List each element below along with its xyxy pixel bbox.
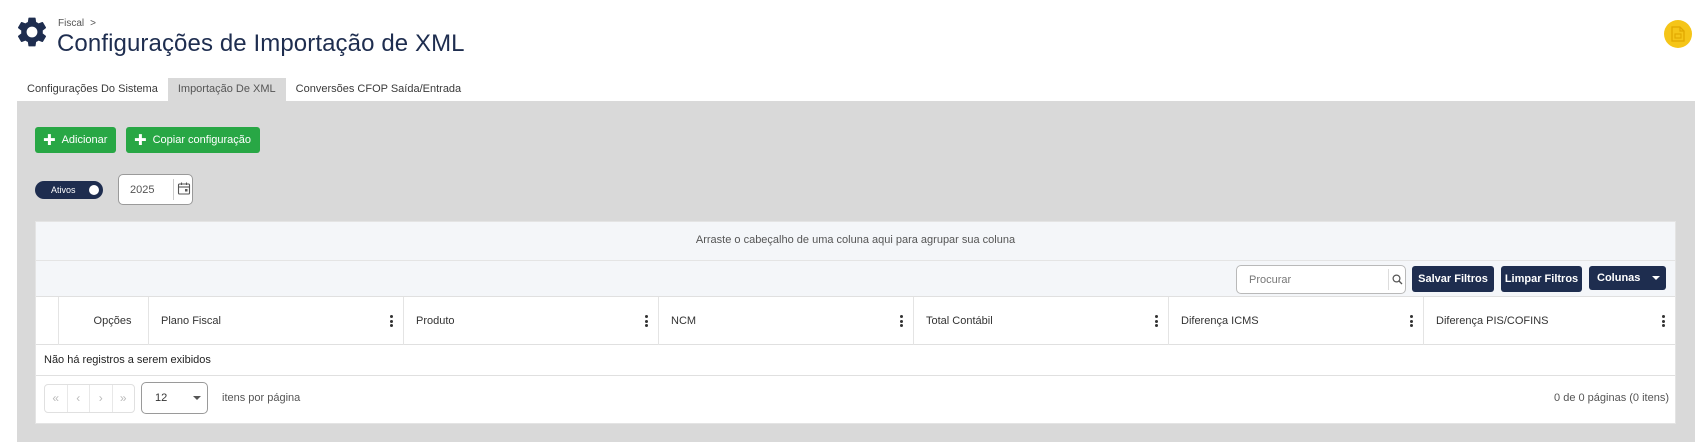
- document-help-icon[interactable]: [1664, 20, 1692, 48]
- copy-config-button-label: Copiar configuração: [152, 134, 252, 146]
- page-size-select[interactable]: 12: [141, 382, 208, 414]
- column-menu-icon[interactable]: [1662, 315, 1665, 327]
- add-button[interactable]: ✚ Adicionar: [35, 127, 117, 153]
- pager-nav: « ‹ › »: [44, 384, 135, 413]
- breadcrumb-item-fiscal[interactable]: Fiscal: [58, 18, 84, 29]
- chevron-down-icon: [193, 396, 201, 400]
- plus-icon: ✚: [43, 131, 56, 149]
- column-header-label: Diferença PIS/COFINS: [1436, 315, 1549, 327]
- search-input[interactable]: [1237, 266, 1389, 293]
- clear-filters-button[interactable]: Limpar Filtros: [1501, 266, 1582, 292]
- column-header-label: Diferença ICMS: [1181, 315, 1259, 327]
- column-header-plano-fiscal[interactable]: Plano Fiscal: [148, 297, 403, 345]
- calendar-icon[interactable]: [177, 181, 191, 197]
- column-menu-icon[interactable]: [390, 315, 393, 327]
- columns-button[interactable]: Colunas: [1589, 266, 1666, 290]
- year-picker: [118, 174, 193, 205]
- page-header: Fiscal > Configurações de Importação de X…: [0, 0, 1702, 74]
- next-page-button[interactable]: ›: [90, 385, 113, 412]
- tab-conversoes-cfop[interactable]: Conversões CFOP Saída/Entrada: [286, 78, 472, 101]
- first-page-button[interactable]: «: [45, 385, 68, 412]
- add-button-label: Adicionar: [61, 134, 108, 146]
- year-input[interactable]: [119, 175, 173, 204]
- search-box: [1236, 265, 1406, 294]
- active-toggle[interactable]: Ativos: [35, 181, 103, 199]
- column-header-ncm[interactable]: NCM: [658, 297, 913, 345]
- last-page-button[interactable]: »: [113, 385, 135, 412]
- empty-message: Não há registros a serem exibidos: [36, 345, 1675, 376]
- column-menu-icon[interactable]: [645, 315, 648, 327]
- plus-icon: ✚: [134, 131, 147, 149]
- document-icon: [1671, 26, 1685, 42]
- tab-importacao-de-xml[interactable]: Importação De XML: [167, 78, 286, 101]
- breadcrumb: Fiscal >: [58, 18, 96, 29]
- group-panel[interactable]: Arraste o cabeçalho de uma coluna aqui p…: [36, 222, 1675, 261]
- column-header-label: NCM: [671, 315, 697, 327]
- tab-bar: Configurações Do Sistema Importação De X…: [17, 78, 471, 101]
- data-grid: Arraste o cabeçalho de uma coluna aqui p…: [35, 221, 1676, 424]
- column-menu-icon[interactable]: [900, 315, 903, 327]
- page-size-value: 12: [155, 392, 168, 404]
- column-header-label: Produto: [416, 315, 455, 327]
- pager: « ‹ › » 12 itens por página 0 de 0 págin…: [36, 376, 1675, 423]
- save-filters-button[interactable]: Salvar Filtros: [1412, 266, 1494, 292]
- year-divider: [173, 179, 174, 200]
- gear-icon: [17, 17, 47, 47]
- copy-config-button[interactable]: ✚ Copiar configuração: [126, 127, 261, 153]
- column-header-diferenca-icms[interactable]: Diferença ICMS: [1168, 297, 1423, 345]
- chevron-down-icon: [1652, 276, 1661, 280]
- breadcrumb-separator: >: [90, 18, 96, 29]
- columns-button-label: Colunas: [1597, 272, 1641, 284]
- active-toggle-label: Ativos: [51, 185, 76, 195]
- column-menu-icon[interactable]: [1155, 315, 1158, 327]
- page-title: Configurações de Importação de XML: [57, 30, 465, 57]
- column-header-total-contabil[interactable]: Total Contábil: [913, 297, 1168, 345]
- search-divider: [1388, 269, 1389, 290]
- grid-toolbar: Salvar Filtros Limpar Filtros Colunas: [36, 261, 1675, 297]
- grid-header-row: Opções Plano Fiscal Produto NCM Total Co…: [36, 297, 1675, 345]
- column-header-produto[interactable]: Produto: [403, 297, 658, 345]
- column-header-opcoes[interactable]: Opções: [58, 297, 148, 345]
- per-page-label: itens por página: [222, 392, 301, 404]
- column-header-diferenca-pis-cofins[interactable]: Diferença PIS/COFINS: [1423, 297, 1675, 345]
- page-info: 0 de 0 páginas (0 itens): [1554, 392, 1669, 404]
- column-header-label: Total Contábil: [926, 315, 993, 327]
- column-header-label: Opções: [93, 315, 132, 327]
- search-icon[interactable]: [1392, 274, 1403, 285]
- tab-configuracoes-do-sistema[interactable]: Configurações Do Sistema: [17, 78, 168, 101]
- prev-page-button[interactable]: ‹: [68, 385, 90, 412]
- column-header-label: Plano Fiscal: [161, 315, 221, 327]
- toggle-knob: [89, 185, 99, 195]
- column-menu-icon[interactable]: [1410, 315, 1413, 327]
